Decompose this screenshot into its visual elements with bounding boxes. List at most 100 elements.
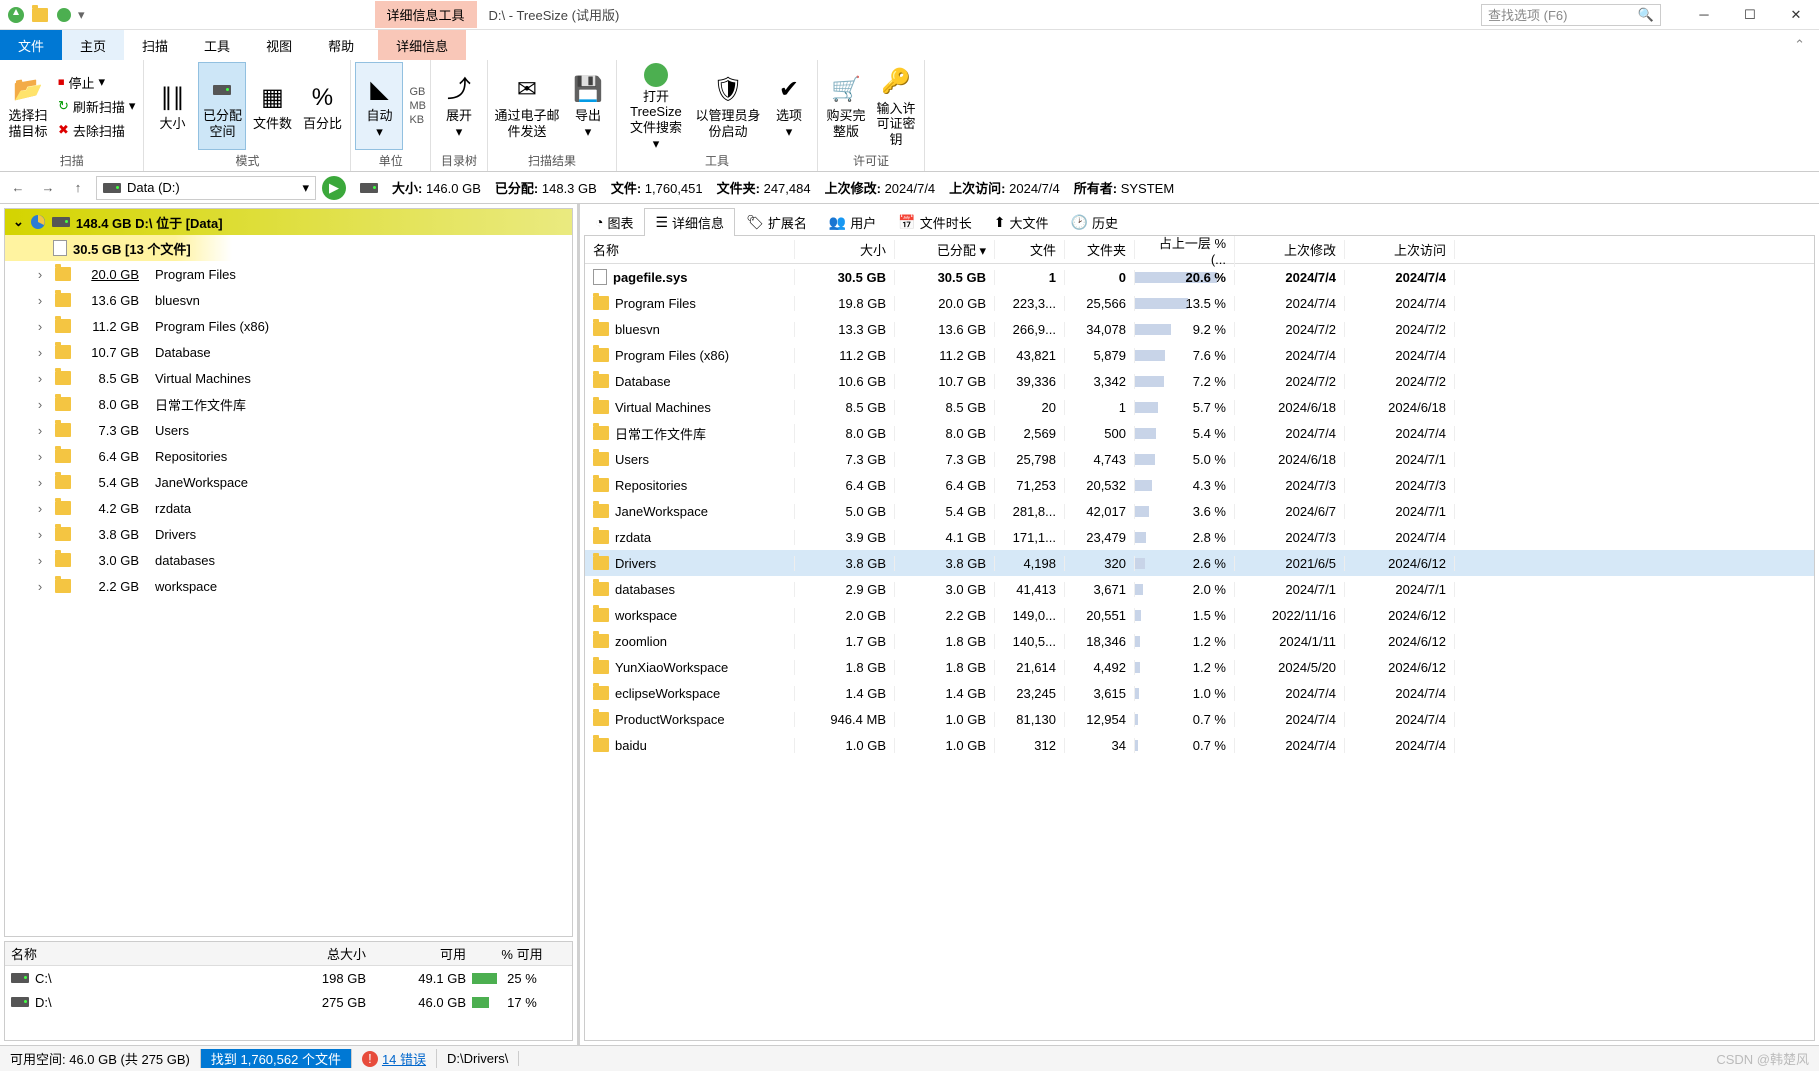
tree-root[interactable]: ⌄148.4 GB D:\ 位于 [Data] bbox=[5, 209, 572, 235]
grid-row[interactable]: baidu1.0 GB1.0 GB312340.7 %2024/7/42024/… bbox=[585, 732, 1814, 758]
menu-home[interactable]: 主页 bbox=[62, 30, 124, 60]
tree-row[interactable]: ›20.0 GBProgram Files bbox=[5, 261, 572, 287]
qat-refresh-icon[interactable] bbox=[54, 5, 74, 25]
tab-history[interactable]: 🕑历史 bbox=[1060, 208, 1129, 235]
grid-row[interactable]: ProductWorkspace946.4 MB1.0 GB81,13012,9… bbox=[585, 706, 1814, 732]
tree-row[interactable]: ›11.2 GBProgram Files (x86) bbox=[5, 313, 572, 339]
expand-icon[interactable]: › bbox=[33, 267, 47, 282]
tab-ages[interactable]: 📅文件时长 bbox=[887, 208, 982, 235]
grid-row[interactable]: YunXiaoWorkspace1.8 GB1.8 GB21,6144,4921… bbox=[585, 654, 1814, 680]
go-button[interactable]: ▶ bbox=[322, 176, 346, 200]
unit-mb[interactable]: MB bbox=[409, 100, 426, 112]
nav-forward-button[interactable]: → bbox=[36, 176, 60, 200]
mode-allocated-button[interactable]: 已分配空间 bbox=[198, 62, 246, 150]
unit-kb[interactable]: KB bbox=[409, 114, 426, 126]
tree-row[interactable]: ›3.8 GBDrivers bbox=[5, 521, 572, 547]
drive-row[interactable]: C:\198 GB49.1 GB25 % bbox=[5, 966, 572, 990]
menu-tools[interactable]: 工具 bbox=[186, 30, 248, 60]
license-key-button[interactable]: 🔑输入许可证密钥 bbox=[872, 62, 920, 150]
grid-row[interactable]: pagefile.sys30.5 GB30.5 GB1020.6 %2024/7… bbox=[585, 264, 1814, 290]
unit-gb[interactable]: GB bbox=[409, 86, 426, 98]
tree-row[interactable]: ›3.0 GBdatabases bbox=[5, 547, 572, 573]
grid-row[interactable]: eclipseWorkspace1.4 GB1.4 GB23,2453,6151… bbox=[585, 680, 1814, 706]
tree-row[interactable]: ›4.2 GBrzdata bbox=[5, 495, 572, 521]
tree-row[interactable]: ›2.2 GBworkspace bbox=[5, 573, 572, 599]
details-grid[interactable]: 名称 大小 已分配 ▾ 文件 文件夹 占上一层 % (... 上次修改 上次访问… bbox=[584, 236, 1815, 1041]
tab-extensions[interactable]: 🏷扩展名 bbox=[735, 208, 818, 235]
expand-icon[interactable]: › bbox=[33, 319, 47, 334]
expand-icon[interactable]: › bbox=[33, 449, 47, 464]
grid-row[interactable]: Program Files (x86)11.2 GB11.2 GB43,8215… bbox=[585, 342, 1814, 368]
qat-new-scan-icon[interactable] bbox=[30, 5, 50, 25]
menu-view[interactable]: 视图 bbox=[248, 30, 310, 60]
folder-tree[interactable]: ⌄148.4 GB D:\ 位于 [Data] 30.5 GB [13 个文件]… bbox=[4, 208, 573, 937]
expand-icon[interactable]: › bbox=[33, 553, 47, 568]
nav-back-button[interactable]: ← bbox=[6, 176, 30, 200]
grid-header[interactable]: 名称 大小 已分配 ▾ 文件 文件夹 占上一层 % (... 上次修改 上次访问 bbox=[585, 236, 1814, 264]
collapse-ribbon-icon[interactable]: ⌃ bbox=[1780, 30, 1819, 60]
minimize-button[interactable]: ─ bbox=[1681, 0, 1727, 30]
grid-row[interactable]: workspace2.0 GB2.2 GB149,0...20,5511.5 %… bbox=[585, 602, 1814, 628]
export-button[interactable]: 💾导出▾ bbox=[564, 62, 612, 150]
status-errors[interactable]: !14 错误 bbox=[352, 1049, 437, 1068]
grid-row[interactable]: databases2.9 GB3.0 GB41,4133,6712.0 %202… bbox=[585, 576, 1814, 602]
options-button[interactable]: ✔选项▾ bbox=[765, 62, 813, 150]
run-as-admin-button[interactable]: 🛡以管理员身份启动 bbox=[693, 62, 763, 150]
grid-row[interactable]: JaneWorkspace5.0 GB5.4 GB281,8...42,0173… bbox=[585, 498, 1814, 524]
close-button[interactable]: ✕ bbox=[1773, 0, 1819, 30]
grid-row[interactable]: rzdata3.9 GB4.1 GB171,1...23,4792.8 %202… bbox=[585, 524, 1814, 550]
grid-row[interactable]: zoomlion1.7 GB1.8 GB140,5...18,3461.2 %2… bbox=[585, 628, 1814, 654]
grid-row[interactable]: Database10.6 GB10.7 GB39,3363,3427.2 %20… bbox=[585, 368, 1814, 394]
grid-row[interactable]: Repositories6.4 GB6.4 GB71,25320,5324.3 … bbox=[585, 472, 1814, 498]
tab-details[interactable]: ☰详细信息 bbox=[644, 208, 735, 236]
grid-row[interactable]: Program Files19.8 GB20.0 GB223,3...25,56… bbox=[585, 290, 1814, 316]
mode-size-button[interactable]: ∥∥大小 bbox=[148, 62, 196, 150]
tree-row[interactable]: ›8.0 GB日常工作文件库 bbox=[5, 391, 572, 417]
email-button[interactable]: ✉通过电子邮件发送 bbox=[492, 62, 562, 150]
refresh-scan-button[interactable]: ↻刷新扫描 ▾ bbox=[54, 94, 139, 118]
stop-button[interactable]: ⏹停止 ▾ bbox=[54, 70, 139, 94]
tree-files-summary[interactable]: 30.5 GB [13 个文件] bbox=[5, 235, 572, 261]
menu-scan[interactable]: 扫描 bbox=[124, 30, 186, 60]
expand-icon[interactable]: › bbox=[33, 293, 47, 308]
maximize-button[interactable]: ☐ bbox=[1727, 0, 1773, 30]
drive-row[interactable]: D:\275 GB46.0 GB17 % bbox=[5, 990, 572, 1014]
tree-row[interactable]: ›8.5 GBVirtual Machines bbox=[5, 365, 572, 391]
expand-icon[interactable]: › bbox=[33, 423, 47, 438]
tab-users[interactable]: 👥用户 bbox=[818, 208, 887, 235]
buy-button[interactable]: 🛒购买完整版 bbox=[822, 62, 870, 150]
tree-row[interactable]: ›13.6 GBbluesvn bbox=[5, 287, 572, 313]
grid-row[interactable]: bluesvn13.3 GB13.6 GB266,9...34,0789.2 %… bbox=[585, 316, 1814, 342]
expand-button[interactable]: ⤴展开▾ bbox=[435, 62, 483, 150]
expand-icon[interactable]: › bbox=[33, 527, 47, 542]
grid-row[interactable]: Drivers3.8 GB3.8 GB4,1983202.6 %2021/6/5… bbox=[585, 550, 1814, 576]
tree-row[interactable]: ›10.7 GBDatabase bbox=[5, 339, 572, 365]
expand-icon[interactable]: › bbox=[33, 501, 47, 516]
nav-up-button[interactable]: ↑ bbox=[66, 176, 90, 200]
expand-icon[interactable]: › bbox=[33, 397, 47, 412]
unit-auto-button[interactable]: ◣自动▾ bbox=[355, 62, 403, 150]
menu-help[interactable]: 帮助 bbox=[310, 30, 372, 60]
select-target-button[interactable]: 📂选择扫描目标 bbox=[4, 62, 52, 150]
menu-file[interactable]: 文件 bbox=[0, 30, 62, 60]
tree-row[interactable]: ›5.4 GBJaneWorkspace bbox=[5, 469, 572, 495]
mode-files-button[interactable]: ▦文件数 bbox=[248, 62, 296, 150]
mode-percent-button[interactable]: %百分比 bbox=[298, 62, 346, 150]
grid-row[interactable]: 日常工作文件库8.0 GB8.0 GB2,5695005.4 %2024/7/4… bbox=[585, 420, 1814, 446]
tree-row[interactable]: ›7.3 GBUsers bbox=[5, 417, 572, 443]
open-filesearch-button[interactable]: 打开 TreeSize 文件搜索▾ bbox=[621, 62, 691, 150]
tab-chart[interactable]: ◔图表 bbox=[584, 208, 644, 235]
grid-row[interactable]: Users7.3 GB7.3 GB25,7984,7435.0 %2024/6/… bbox=[585, 446, 1814, 472]
expand-icon[interactable]: › bbox=[33, 579, 47, 594]
grid-row[interactable]: Virtual Machines8.5 GB8.5 GB2015.7 %2024… bbox=[585, 394, 1814, 420]
tree-row[interactable]: ›6.4 GBRepositories bbox=[5, 443, 572, 469]
expand-icon[interactable]: › bbox=[33, 345, 47, 360]
qat-dropdown-icon[interactable]: ▾ bbox=[78, 7, 85, 23]
tab-top-files[interactable]: ⬆大文件 bbox=[983, 208, 1060, 235]
search-options-input[interactable]: 查找选项 (F6) 🔍 bbox=[1481, 4, 1661, 26]
menu-details[interactable]: 详细信息 bbox=[378, 30, 466, 60]
expand-icon[interactable]: › bbox=[33, 371, 47, 386]
path-combo[interactable]: Data (D:)▾ bbox=[96, 176, 316, 200]
remove-scan-button[interactable]: ✖去除扫描 bbox=[54, 118, 139, 142]
expand-icon[interactable]: › bbox=[33, 475, 47, 490]
